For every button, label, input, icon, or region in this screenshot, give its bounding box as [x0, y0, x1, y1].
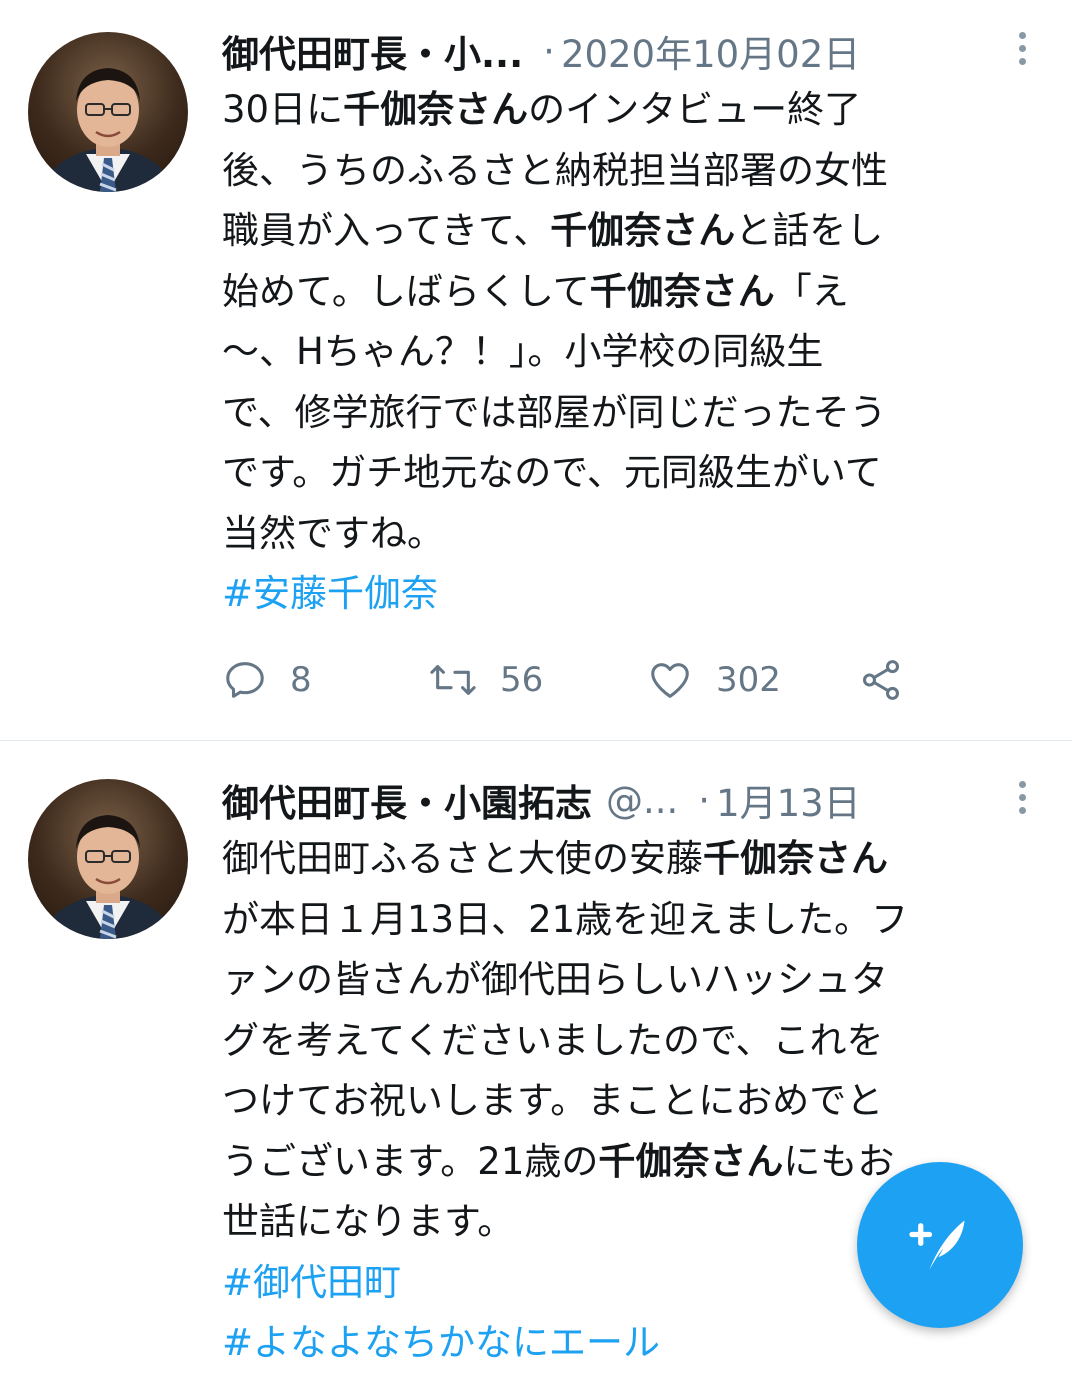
header-separator: · [698, 778, 711, 822]
tweet-text-bold: 千伽奈さん [589, 269, 775, 313]
tweet-text-bold: 千伽奈さん [343, 88, 529, 131]
tweet-text-segment: 職員が入ってきて、 [222, 209, 551, 252]
share-button[interactable] [858, 650, 904, 710]
tweet-text-line: が本日１月13日、21歳を迎えました。フ [222, 890, 1042, 951]
retweet-button[interactable]: 56 [428, 650, 543, 710]
more-vertical-icon[interactable] [1016, 781, 1028, 821]
tweet-text-segment: です。ガチ地元なので、元同級生がいて [222, 451, 882, 494]
reply-icon [226, 662, 264, 698]
author-name[interactable]: 御代田町長・小園拓志 [222, 773, 592, 827]
tweet-date[interactable]: 1月13日 [716, 773, 861, 827]
avatar[interactable] [28, 32, 188, 192]
tweet-header: 御代田町長・小園拓志 @... · 1月13日 [222, 771, 1042, 829]
tweet-content: 御代田町長・小... · 2020年10月02日 30日に千伽奈さんのインタビュ… [222, 22, 1042, 625]
tweet-text-segment: 始めて。しばらくして [222, 269, 590, 313]
retweet-icon [430, 665, 476, 695]
tweet-text-line: 〜、Hちゃん？！」。小学校の同級生 [222, 322, 1042, 383]
like-button[interactable]: 302 [646, 650, 781, 710]
avatar[interactable] [28, 779, 188, 939]
tweet-text-segment: 当然ですね。 [222, 511, 444, 555]
tweet-text-line: 御代田町ふるさと大使の安藤千伽奈さん [222, 829, 1042, 890]
heart-icon [651, 663, 689, 698]
tweet-text-line: ァンの皆さんが御代田らしいハッシュタ [222, 950, 1042, 1011]
tweet-text-segment: ァンの皆さんが御代田らしいハッシュタ [222, 958, 888, 1001]
tweet[interactable]: 御代田町長・小... · 2020年10月02日 30日に千伽奈さんのインタビュ… [0, 0, 1072, 740]
tweet-text-line: 職員が入ってきて、千伽奈さんと話をし [222, 201, 1042, 262]
tweet-text-bold: 千伽奈さん [703, 837, 888, 880]
tweet-text-segment: のインタビュー終了 [528, 88, 862, 131]
tweet-text-line: つけてお祝いします。まことにおめでと [222, 1071, 1042, 1132]
tweet-text-segment: グを考えてくださいましたので、これを [222, 1018, 884, 1062]
tweet-text-segment: 〜、Hちゃん？！」。小学校の同級生 [222, 330, 824, 373]
tweet-text-line: 当然ですね。 [222, 504, 1042, 565]
tweet-text-line: グを考えてくださいましたので、これを [222, 1011, 1042, 1072]
tweet-text-segment: 「え [774, 269, 849, 313]
tweet-text-line: 始めて。しばらくして千伽奈さん「え [222, 262, 1042, 323]
tweet-text-line: で、修学旅行では部屋が同じだったそう [222, 383, 1042, 444]
tweet-text-bold: 千伽奈さん [550, 209, 736, 252]
tweet-text-segment: うございます。21歳の [222, 1139, 599, 1183]
header-separator: · [543, 29, 555, 73]
tweet-text-segment: で、修学旅行では部屋が同じだったそう [222, 390, 887, 434]
tweet-text-line: 後、うちのふるさと納税担当部署の女性 [222, 141, 1042, 202]
tweet-text-segment: にもお [783, 1139, 895, 1183]
tweet-text-segment: と話をし [735, 209, 884, 252]
tweet-date[interactable]: 2020年10月02日 [561, 24, 860, 78]
retweet-count: 56 [500, 660, 544, 700]
tweet-text-segment: 御代田町ふるさと大使の安藤 [222, 837, 703, 880]
compose-tweet-button[interactable] [857, 1162, 1023, 1328]
reply-count: 8 [290, 660, 312, 700]
tweet-header: 御代田町長・小... · 2020年10月02日 [222, 22, 1042, 80]
compose-tweet-icon [909, 1220, 965, 1270]
tweet-text-segment: 30日に [222, 88, 344, 131]
tweet-actions: 8 56 302 [222, 650, 1042, 710]
tweet-text-line: 30日に千伽奈さんのインタビュー終了 [222, 80, 1042, 141]
tweet-text-segment: 後、うちのふるさと納税担当部署の女性 [222, 148, 888, 192]
tweet-text-line: です。ガチ地元なので、元同級生がいて [222, 443, 1042, 504]
tweet-text: 30日に千伽奈さんのインタビュー終了 後、うちのふるさと納税担当部署の女性 職員が入… [222, 80, 1042, 564]
tweet-text-segment: つけてお祝いします。まことにおめでと [222, 1079, 884, 1122]
more-vertical-icon[interactable] [1016, 32, 1028, 72]
author-handle[interactable]: @... [606, 779, 678, 822]
tweet-text-segment: 世話になります。 [222, 1200, 515, 1243]
author-name[interactable]: 御代田町長・小... [222, 24, 523, 78]
reply-button[interactable]: 8 [222, 650, 312, 710]
share-icon [862, 660, 900, 700]
like-count: 302 [716, 660, 781, 700]
tweet-text-bold: 千伽奈さん [598, 1139, 784, 1183]
hashtag-link[interactable]: #安藤千伽奈 [222, 564, 1042, 625]
tweet-text-segment: が本日１月13日、21歳を迎えました。フ [222, 897, 909, 941]
